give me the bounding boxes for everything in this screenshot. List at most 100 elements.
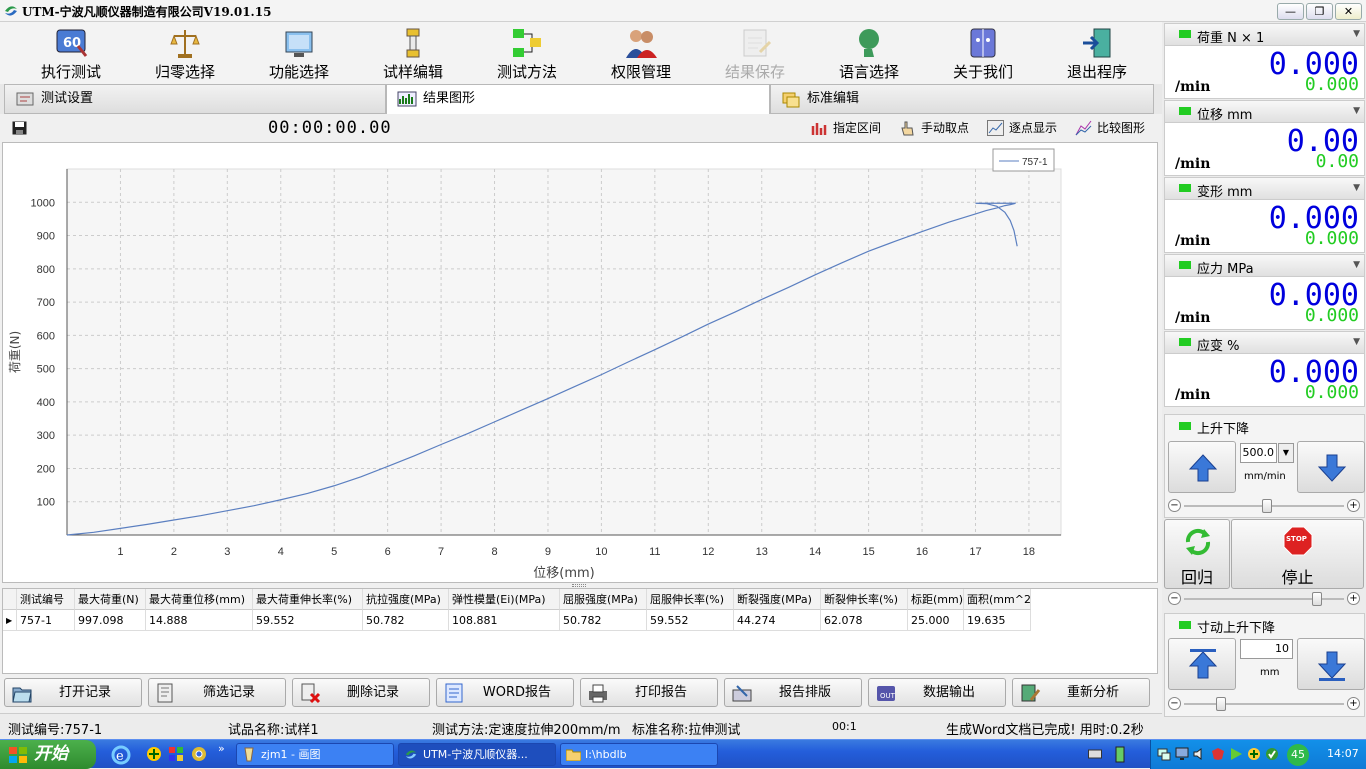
minus-icon[interactable]: − [1168, 697, 1181, 710]
table-header-cell[interactable]: 屈服强度(MPa) [560, 589, 647, 610]
button-delete-record[interactable]: 删除记录 [292, 678, 430, 707]
readout-header[interactable]: 位移 mm ▼ [1165, 101, 1364, 123]
table-cell[interactable]: 25.000 [908, 610, 964, 631]
minus-icon[interactable]: − [1168, 592, 1181, 605]
home-button[interactable]: 回归 [1164, 519, 1230, 589]
compare-graph-button[interactable]: 比较图形 [1075, 119, 1145, 137]
table-header-cell[interactable]: 测试编号 [17, 589, 75, 610]
splitter-grip[interactable] [572, 584, 586, 587]
tray-antivirus-icon[interactable] [1265, 747, 1279, 761]
row-selector-icon[interactable]: ▶ [3, 610, 17, 631]
table-header-cell[interactable]: 标距(mm) [908, 589, 964, 610]
tray-network-icon[interactable] [1157, 747, 1171, 761]
button-word-report[interactable]: WORD报告 [436, 678, 574, 707]
slider-thumb[interactable] [1262, 499, 1272, 513]
button-report-layout[interactable]: 报告排版 [724, 678, 862, 707]
toolbar-button-specimen-edit[interactable]: 试样编辑 [356, 22, 470, 84]
quicklaunch-grid-icon[interactable] [168, 746, 184, 762]
task-paint[interactable]: zjm1 - 画图 [236, 743, 394, 766]
task-folder[interactable]: I:\hbdlb [560, 743, 718, 766]
button-data-export[interactable]: OUT 数据输出 [868, 678, 1006, 707]
button-reanalyze[interactable]: 重新分析 [1012, 678, 1150, 707]
readout-header[interactable]: 变形 mm ▼ [1165, 178, 1364, 200]
start-button[interactable]: 开始 [0, 740, 96, 769]
keyboard-icon[interactable] [1088, 747, 1102, 761]
table-cell[interactable]: 50.782 [560, 610, 647, 631]
table-header-cell[interactable]: 最大荷重伸长率(%) [253, 589, 363, 610]
toolbar-button-balance-zero[interactable]: 归零选择 [128, 22, 242, 84]
toolbar-button-function[interactable]: 功能选择 [242, 22, 356, 84]
minus-icon[interactable]: − [1168, 499, 1181, 512]
slider-thumb[interactable] [1312, 592, 1322, 606]
dropdown-arrow-icon[interactable]: ▼ [1353, 29, 1360, 39]
plus-icon[interactable]: + [1347, 499, 1360, 512]
speed-dropdown-icon[interactable]: ▼ [1278, 443, 1294, 463]
button-print-report[interactable]: 打印报告 [580, 678, 718, 707]
dropdown-arrow-icon[interactable]: ▼ [1353, 183, 1360, 193]
dropdown-arrow-icon[interactable]: ▼ [1353, 260, 1360, 270]
readout-header[interactable]: 应力 MPa ▼ [1165, 255, 1364, 277]
close-button[interactable]: ✕ [1335, 3, 1362, 20]
table-header-cell[interactable]: 断裂强度(MPa) [734, 589, 821, 610]
slider-thumb[interactable] [1216, 697, 1226, 711]
point-display-button[interactable]: 逐点显示 [987, 119, 1057, 137]
quicklaunch-plus-icon[interactable] [146, 746, 162, 762]
table-cell[interactable]: 19.635 [964, 610, 1031, 631]
move-down-button[interactable] [1297, 441, 1365, 493]
maximize-button[interactable]: ❐ [1306, 3, 1333, 20]
readout-header[interactable]: 荷重 N × 1 ▼ [1165, 24, 1364, 46]
readout-header[interactable]: 应变 % ▼ [1165, 332, 1364, 354]
minimize-button[interactable]: — [1277, 3, 1304, 20]
table-cell[interactable]: 50.782 [363, 610, 449, 631]
tab-test-settings[interactable]: 测试设置 [4, 84, 386, 114]
battery-icon[interactable] [1114, 745, 1126, 763]
table-header-cell[interactable]: 弹性模量(Ei)(MPa) [449, 589, 560, 610]
move-up-button[interactable] [1168, 441, 1236, 493]
tray-badge[interactable]: 45 [1287, 744, 1309, 766]
tray-clock[interactable]: 14:07 [1327, 747, 1359, 760]
toolbar-button-about[interactable]: 关于我们 [926, 22, 1040, 84]
floppy-save-icon[interactable] [12, 121, 27, 135]
toolbar-button-permission[interactable]: 权限管理 [584, 22, 698, 84]
table-cell[interactable]: 108.881 [449, 610, 560, 631]
tab-result-graph[interactable]: 结果图形 [386, 84, 770, 114]
plus-icon[interactable]: + [1347, 697, 1360, 710]
toolbar-button-run-test[interactable]: 60 执行测试 [14, 22, 128, 84]
toolbar-button-test-method[interactable]: 测试方法 [470, 22, 584, 84]
table-cell[interactable]: 997.098 [75, 610, 146, 631]
jog-step-input[interactable]: 10 [1240, 639, 1293, 659]
dropdown-arrow-icon[interactable]: ▼ [1353, 337, 1360, 347]
jog-up-button[interactable] [1168, 638, 1236, 690]
tray-monitor-icon[interactable] [1175, 747, 1189, 761]
table-cell[interactable]: 62.078 [821, 610, 908, 631]
plus-icon[interactable]: + [1347, 592, 1360, 605]
task-utm[interactable]: UTM-宁波凡顺仪器... [398, 743, 556, 766]
tray-volume-icon[interactable] [1193, 747, 1207, 761]
tab-standard-edit[interactable]: 标准编辑 [770, 84, 1154, 114]
quicklaunch-expand-icon[interactable]: » [218, 742, 225, 755]
tray-shield-icon[interactable] [1247, 747, 1261, 761]
table-header-cell[interactable]: 屈服伸长率(%) [647, 589, 734, 610]
position-slider[interactable]: − + [1166, 592, 1362, 606]
speed-slider[interactable]: − + [1166, 499, 1362, 513]
specify-range-button[interactable]: 指定区间 [811, 119, 881, 137]
chrome-browser-icon[interactable] [191, 746, 207, 762]
table-cell[interactable]: 757-1 [17, 610, 75, 631]
toolbar-button-language[interactable]: 语言选择 [812, 22, 926, 84]
toolbar-button-exit[interactable]: 退出程序 [1040, 22, 1154, 84]
dropdown-arrow-icon[interactable]: ▼ [1353, 106, 1360, 116]
button-filter-record[interactable]: 筛选记录 [148, 678, 286, 707]
speed-input[interactable]: 500.0 [1240, 443, 1277, 463]
table-header-cell[interactable]: 抗拉强度(MPa) [363, 589, 449, 610]
tray-play-icon[interactable] [1229, 747, 1243, 761]
stop-button[interactable]: STOP 停止 [1231, 519, 1364, 589]
table-cell[interactable]: 59.552 [253, 610, 363, 631]
table-cell[interactable]: 44.274 [734, 610, 821, 631]
tray-security-icon[interactable] [1211, 747, 1225, 761]
table-header-cell[interactable]: 最大荷重位移(mm) [146, 589, 253, 610]
button-open-record[interactable]: 打开记录 [4, 678, 142, 707]
manual-pick-button[interactable]: 手动取点 [899, 119, 969, 137]
table-cell[interactable]: 59.552 [647, 610, 734, 631]
jog-slider[interactable]: − + [1166, 697, 1362, 711]
table-header-cell[interactable]: 最大荷重(N) [75, 589, 146, 610]
